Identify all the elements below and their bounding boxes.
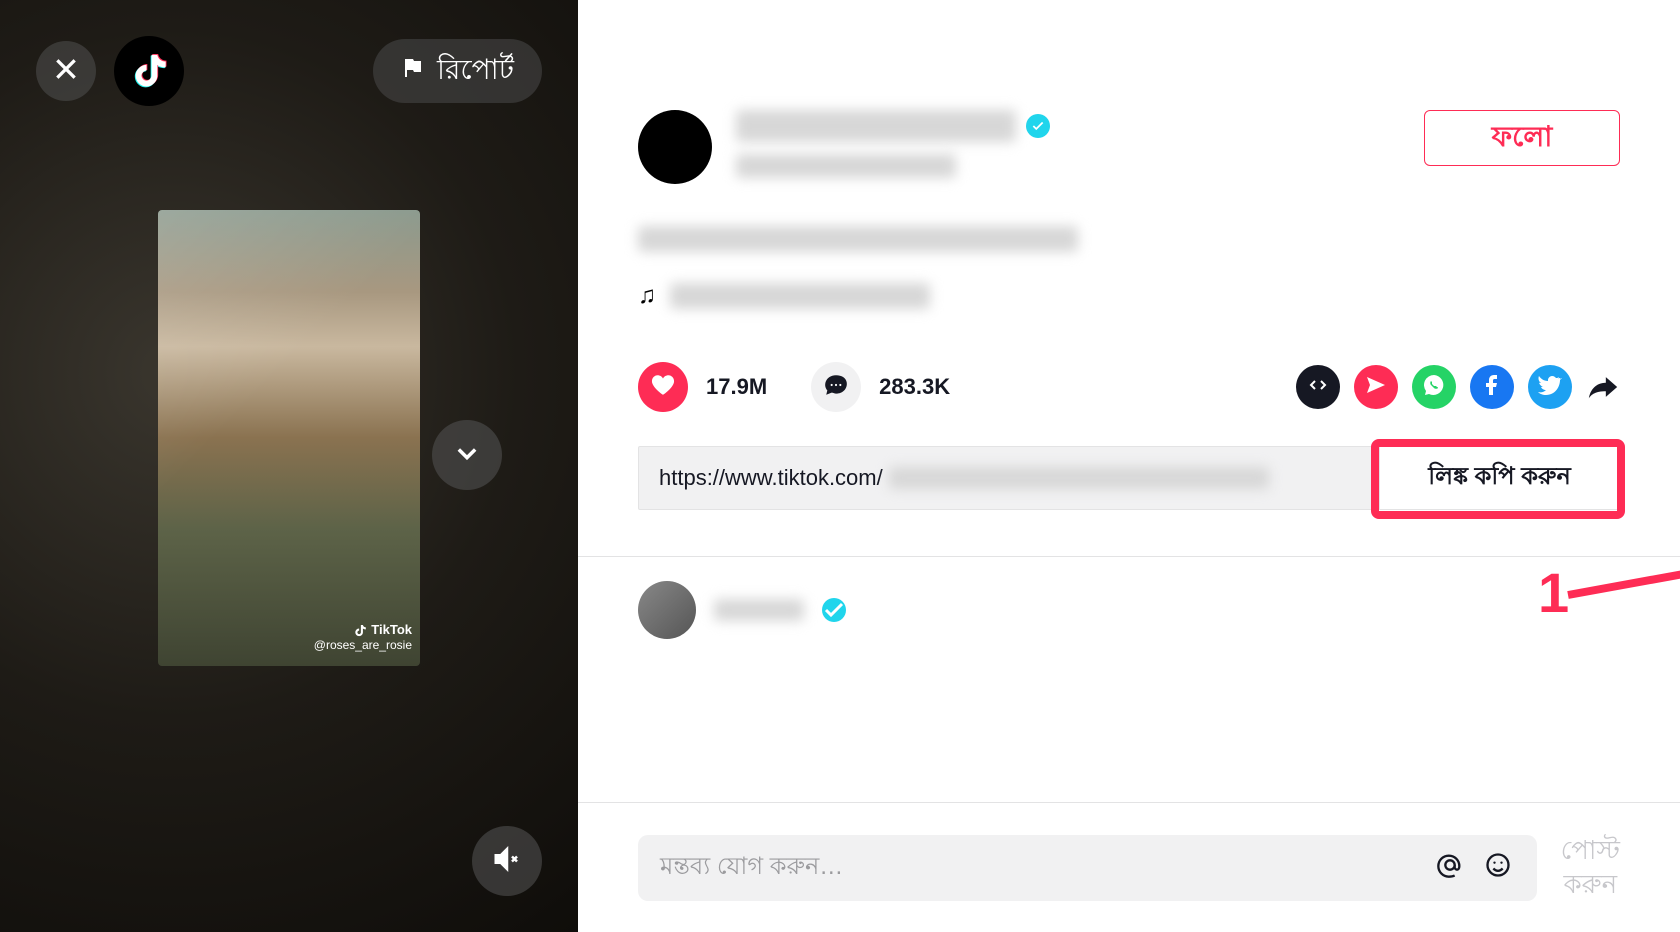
app-root: রিপোর্ট TikTok @roses_are_rosie	[0, 0, 1680, 932]
report-label: রিপোর্ট	[437, 48, 514, 95]
send-icon	[1364, 373, 1388, 402]
video-topbar: রিপোর্ট	[36, 36, 542, 106]
share-arrow-icon	[1586, 391, 1620, 408]
flag-icon	[401, 55, 425, 87]
tiktok-icon	[353, 623, 367, 637]
comment-count: 283.3K	[879, 374, 950, 400]
copy-link-label: লিঙ্ক কপি করুন	[1428, 458, 1571, 498]
mute-button[interactable]	[472, 826, 542, 896]
check-icon	[822, 598, 846, 622]
username-row	[736, 110, 1400, 142]
creator-username[interactable]	[736, 110, 1016, 142]
twitter-icon	[1538, 373, 1562, 402]
comment-item	[578, 557, 1680, 639]
chevron-down-icon	[453, 439, 481, 472]
share-link-row: https://www.tiktok.com/ লিঙ্ক কপি করুন	[638, 446, 1620, 510]
watermark-handle: @roses_are_rosie	[314, 638, 412, 652]
like-count: 17.9M	[706, 374, 767, 400]
comment-icon	[823, 372, 849, 403]
comment-button[interactable]	[811, 362, 861, 412]
video-panel: রিপোর্ট TikTok @roses_are_rosie	[0, 0, 578, 932]
comment-input-field[interactable]: মন্তব্য যোগ করুন…	[638, 835, 1537, 901]
link-url-prefix: https://www.tiktok.com/	[659, 465, 883, 491]
verified-badge	[822, 598, 846, 622]
volume-mute-icon	[492, 844, 522, 879]
commenter-name[interactable]	[714, 599, 804, 621]
share-icons	[1296, 365, 1620, 409]
twitter-button[interactable]	[1528, 365, 1572, 409]
stats-row: 17.9M 283.3K	[578, 310, 1680, 412]
music-row[interactable]: ♫	[578, 252, 1680, 310]
emoji-button[interactable]	[1481, 851, 1515, 885]
commenter-avatar[interactable]	[638, 581, 696, 639]
at-icon	[1436, 851, 1464, 884]
creator-name-column	[736, 110, 1400, 178]
code-icon	[1306, 373, 1330, 402]
like-button[interactable]	[638, 362, 688, 412]
music-title	[670, 283, 930, 309]
tiktok-logo[interactable]	[114, 36, 184, 106]
embed-button[interactable]	[1296, 365, 1340, 409]
tiktok-icon	[129, 49, 169, 94]
detail-panel: ফলো ♫ 17.9M 283.3K	[578, 0, 1680, 932]
heart-icon	[650, 372, 676, 403]
watermark-brand: TikTok	[371, 622, 412, 638]
creator-display-name	[736, 154, 956, 178]
profile-header: ফলো	[578, 0, 1680, 184]
verified-badge	[1026, 114, 1050, 138]
mention-button[interactable]	[1433, 851, 1467, 885]
emoji-icon	[1484, 851, 1512, 884]
caption-row	[578, 184, 1680, 252]
comment-input-bar: মন্তব্য যোগ করুন… পোস্ট করুন	[578, 802, 1680, 932]
close-button[interactable]	[36, 41, 96, 101]
music-note-icon: ♫	[638, 282, 656, 310]
facebook-button[interactable]	[1470, 365, 1514, 409]
close-icon	[53, 56, 79, 87]
share-link-text[interactable]: https://www.tiktok.com/	[639, 447, 1379, 509]
whatsapp-icon	[1422, 373, 1446, 402]
share-forward-button[interactable]	[1586, 370, 1620, 404]
check-icon	[1031, 119, 1045, 133]
video-player[interactable]: TikTok @roses_are_rosie	[158, 210, 420, 666]
whatsapp-button[interactable]	[1412, 365, 1456, 409]
video-caption	[638, 226, 1078, 252]
next-video-button[interactable]	[432, 420, 502, 490]
follow-label: ফলো	[1492, 115, 1553, 162]
report-button[interactable]: রিপোর্ট	[373, 39, 542, 103]
video-watermark: TikTok @roses_are_rosie	[314, 622, 412, 652]
facebook-icon	[1480, 373, 1504, 402]
send-button[interactable]	[1354, 365, 1398, 409]
copy-link-button[interactable]: লিঙ্ক কপি করুন	[1379, 447, 1619, 509]
comment-placeholder: মন্তব্য যোগ করুন…	[660, 848, 1419, 888]
post-comment-button[interactable]: পোস্ট করুন	[1561, 834, 1620, 902]
link-url-tail	[889, 467, 1269, 489]
creator-avatar[interactable]	[638, 110, 712, 184]
follow-button[interactable]: ফলো	[1424, 110, 1620, 166]
